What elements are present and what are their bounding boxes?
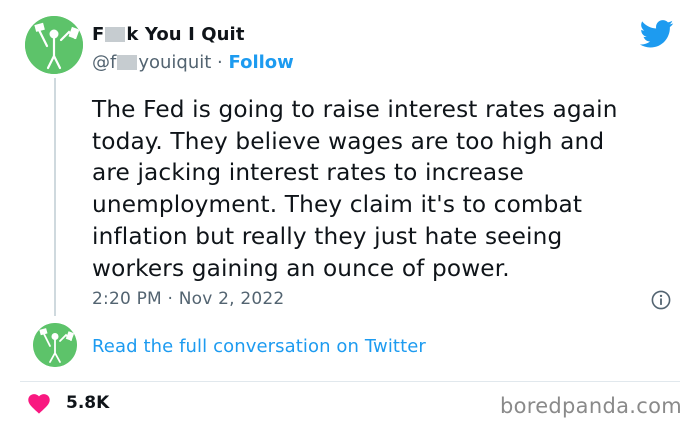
name-censor-block (105, 27, 126, 42)
tweet-line: are jacking interest rates to increase (92, 159, 524, 187)
tweet-line: inflation but really they just hate seei… (92, 222, 563, 250)
footer-divider (20, 381, 680, 382)
author-avatar[interactable] (25, 16, 83, 74)
author-handle[interactable]: @f youiquit (92, 52, 211, 73)
tweet-line: unemployment. They claim it's to combat (92, 191, 583, 219)
heart-icon[interactable] (28, 394, 50, 414)
tweet-text: The Fed is going to raise interest rates… (92, 94, 672, 284)
author-name[interactable]: Fk You I Quit (92, 24, 245, 45)
tweet-line: today. They believe wages are too high a… (92, 127, 605, 155)
handle-separator: · (217, 52, 223, 73)
tweet-line: The Fed is going to raise interest rates… (92, 96, 618, 123)
tweet-timestamp[interactable]: 2:20 PM · Nov 2, 2022 (92, 289, 284, 309)
conversation-avatar[interactable] (33, 323, 77, 367)
follow-button[interactable]: Follow (229, 52, 294, 73)
tweet-line: workers gaining an ounce of power. (92, 254, 510, 282)
twitter-bird-icon[interactable] (640, 20, 674, 48)
read-full-conversation-link[interactable]: Read the full conversation on Twitter (92, 336, 426, 357)
author-handle-row: @f youiquit · Follow (92, 52, 294, 73)
like-count[interactable]: 5.8K (66, 393, 109, 413)
thread-connector-line (54, 78, 56, 316)
boredpanda-watermark: boredpanda.com (499, 394, 682, 418)
handle-censor-block (117, 55, 138, 70)
info-icon[interactable] (651, 290, 671, 310)
